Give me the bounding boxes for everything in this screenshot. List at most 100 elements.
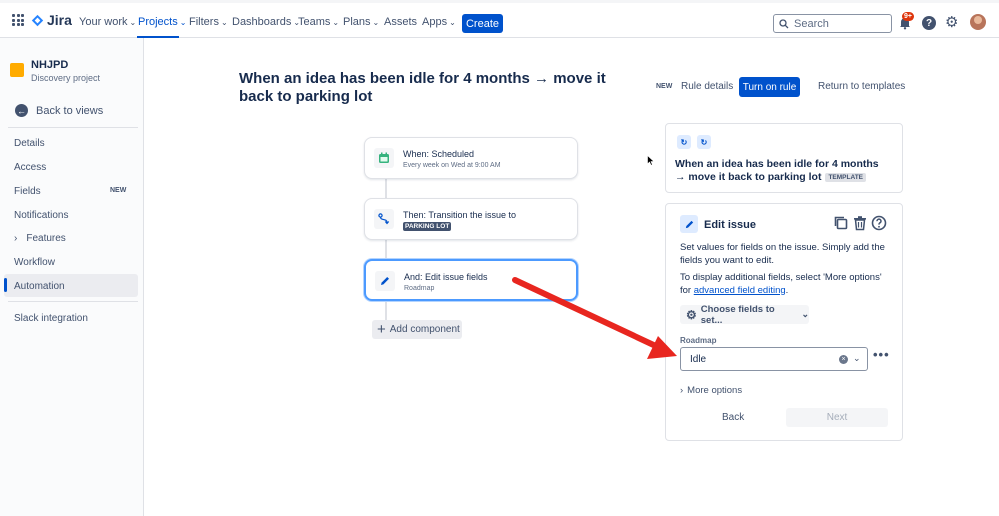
nav-filters[interactable]: Filters ⌄ xyxy=(189,16,228,28)
sidebar-divider xyxy=(8,127,138,128)
nav-label: Teams xyxy=(298,16,331,28)
sidebar: NHJPD Discovery project ← Back to views … xyxy=(0,38,144,516)
nav-your-work[interactable]: Your work ⌄ xyxy=(79,16,136,28)
create-button[interactable]: Create xyxy=(462,14,503,33)
more-actions-icon[interactable]: ••• xyxy=(873,347,890,362)
roadmap-selected-value: Idle xyxy=(690,353,707,365)
jira-logo[interactable]: Jira xyxy=(31,12,72,28)
sidebar-new-badge: NEW xyxy=(110,187,127,194)
nav-assets[interactable]: Assets xyxy=(384,16,417,28)
sidebar-divider xyxy=(8,301,138,302)
sidebar-item-fields[interactable]: Fields xyxy=(14,186,41,197)
search-icon xyxy=(779,18,789,28)
chevron-down-icon: ⌄ xyxy=(801,309,809,319)
search-input[interactable]: Search xyxy=(773,14,892,33)
chevron-down-icon: ⌄ xyxy=(179,17,187,27)
settings-gear-icon[interactable]: ⚙ xyxy=(945,15,958,30)
step-action-edit-issue[interactable]: And: Edit issue fields Roadmap xyxy=(364,259,578,301)
help-circle-icon[interactable] xyxy=(871,215,887,231)
nav-label: Assets xyxy=(384,16,418,28)
automation-icon: ↻ xyxy=(677,135,691,149)
automation-icon: ↻ xyxy=(697,135,711,149)
sidebar-item-notifications[interactable]: Notifications xyxy=(14,210,68,221)
add-component-label: Add component xyxy=(389,324,460,335)
step-action-transition[interactable]: Then: Transition the issue to PARKING LO… xyxy=(364,198,578,240)
sidebar-item-features[interactable]: › Features xyxy=(14,233,66,244)
sidebar-item-features-label: Features xyxy=(26,233,66,244)
transition-icon xyxy=(374,209,394,229)
nav-dashboards[interactable]: Dashboards ⌄ xyxy=(232,16,300,28)
help-icon[interactable]: ? xyxy=(922,16,936,30)
chevron-down-icon: ⌄ xyxy=(449,17,456,27)
duplicate-icon[interactable] xyxy=(833,215,849,231)
top-navigation: Jira Your work ⌄ Projects ⌄ Filters ⌄ Dashb… xyxy=(0,0,999,38)
template-badge: TEMPLATE xyxy=(825,173,866,182)
rule-title: When an idea has been idle for 4 months … xyxy=(239,70,606,105)
nav-teams[interactable]: Teams ⌄ xyxy=(298,16,339,28)
new-badge: NEW xyxy=(656,83,673,90)
back-button[interactable]: Back xyxy=(722,412,744,423)
chevron-right-icon: › xyxy=(14,233,18,244)
desc-suffix: . xyxy=(785,284,789,296)
roadmap-select[interactable]: Idle × ⌄ xyxy=(680,347,868,371)
jira-logo-icon xyxy=(31,14,44,26)
step-title: And: Edit issue fields xyxy=(404,272,488,282)
status-lozenge: PARKING LOT xyxy=(403,222,452,231)
sidebar-item-workflow[interactable]: Workflow xyxy=(14,257,55,268)
nav-plans[interactable]: Plans ⌄ xyxy=(343,16,379,28)
sidebar-item-slack-integration[interactable]: Slack integration xyxy=(14,313,88,324)
return-to-templates-button[interactable]: Return to templates xyxy=(818,81,905,92)
nav-projects[interactable]: Projects ⌄ xyxy=(138,16,186,28)
nav-apps[interactable]: Apps ⌄ xyxy=(422,16,456,28)
sidebar-item-access[interactable]: Access xyxy=(14,162,46,173)
chevron-down-icon: ⌄ xyxy=(332,17,340,27)
chevron-down-icon: ⌄ xyxy=(129,17,137,27)
choose-fields-label: Choose fields to set... xyxy=(700,303,775,326)
sidebar-item-details[interactable]: Details xyxy=(14,138,45,149)
nav-label: Plans xyxy=(343,16,371,28)
nav-label: Apps xyxy=(422,16,448,28)
panel-title: Edit issue xyxy=(704,219,756,231)
roadmap-field-label: Roadmap xyxy=(680,336,717,345)
step-title: When: Scheduled xyxy=(403,149,475,159)
chevron-right-icon: › xyxy=(680,385,684,396)
calendar-icon xyxy=(374,148,394,168)
mouse-cursor-icon xyxy=(647,155,655,166)
step-subtitle: Roadmap xyxy=(404,285,435,292)
arrow-left-icon: ← xyxy=(15,104,28,117)
trash-icon[interactable] xyxy=(852,215,868,231)
template-title: When an idea has been idle for 4 months … xyxy=(675,158,880,184)
more-options-toggle[interactable]: › More options xyxy=(680,385,742,396)
nav-label: Dashboards xyxy=(232,16,292,28)
back-to-views-link[interactable]: ← Back to views xyxy=(15,104,103,117)
panel-description: Set values for fields on the issue. Simp… xyxy=(680,242,885,266)
step-trigger-scheduled[interactable]: When: Scheduled Every week on Wed at 9:0… xyxy=(364,137,578,179)
project-name[interactable]: NHJPD xyxy=(31,59,68,71)
advanced-field-editing-link[interactable]: advanced field editing xyxy=(694,285,786,296)
user-avatar[interactable] xyxy=(970,14,986,30)
jira-logo-text: Jira xyxy=(47,12,72,28)
template-card: ↻ ↻ When an idea has been idle for 4 mon… xyxy=(665,123,903,193)
pencil-icon xyxy=(375,271,395,291)
pencil-icon xyxy=(680,215,698,233)
add-component-button[interactable]: + Add component xyxy=(372,320,462,339)
choose-fields-button[interactable]: ⚙ Choose fields to set... ⌄ xyxy=(680,303,809,326)
plus-icon: + xyxy=(377,321,386,338)
back-to-views-label: Back to views xyxy=(36,104,104,117)
step-title: Then: Transition the issue to xyxy=(403,210,517,220)
project-avatar-icon xyxy=(10,63,24,77)
project-type: Discovery project xyxy=(31,73,101,83)
more-options-label: More options xyxy=(687,385,743,396)
rule-details-button[interactable]: Rule details xyxy=(681,81,733,92)
next-button[interactable]: Next xyxy=(786,408,888,427)
sidebar-item-automation[interactable]: Automation xyxy=(14,281,65,292)
gear-icon: ⚙ xyxy=(686,307,697,322)
step-subtitle: Every week on Wed at 9:00 AM xyxy=(403,162,501,169)
chevron-down-icon[interactable]: ⌄ xyxy=(853,353,861,364)
notification-badge: 9+ xyxy=(902,12,914,21)
clear-icon[interactable]: × xyxy=(839,355,848,364)
turn-on-rule-button[interactable]: Turn on rule xyxy=(739,77,800,97)
app-switcher-icon[interactable] xyxy=(12,14,24,26)
panel-description-advanced: To display additional fields, select 'Mo… xyxy=(680,272,890,297)
edit-issue-panel: Edit issue Set values for fields on the … xyxy=(665,203,903,441)
